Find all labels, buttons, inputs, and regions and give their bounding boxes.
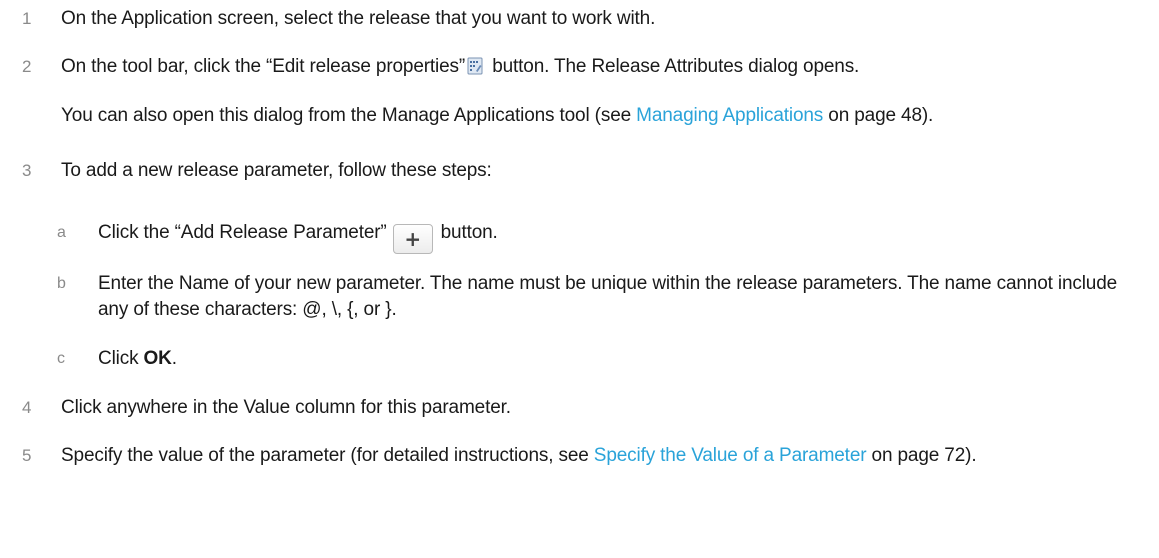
managing-applications-link[interactable]: Managing Applications [636,105,823,126]
plus-icon: + [404,227,421,251]
add-release-parameter-button[interactable]: + [392,224,433,254]
step-number: 5 [22,446,32,465]
specify-value-link[interactable]: Specify the Value of a Parameter [594,445,867,466]
substep-text: Click the “Add Release Parameter” + button… [98,220,1133,254]
substep-letter: c [57,350,65,367]
step-note: You can also open this dialog from the M… [61,105,934,126]
substep-text: Click OK. [98,348,177,369]
step-text: To add a new release parameter, follow t… [61,160,492,181]
step-text: Specify the value of the parameter (for … [61,445,977,466]
substep-text: Enter the Name of your new parameter. Th… [98,273,1118,320]
ok-label: OK [143,348,172,369]
step-number: 3 [22,161,32,180]
substep-letter: a [57,224,66,241]
step-text: Click anywhere in the Value column for t… [61,397,511,418]
step-text-after: button. The Release Attributes dialog op… [487,56,860,77]
substep-letter: b [57,275,66,292]
step-text-before: On the tool bar, click the “Edit release… [61,56,466,77]
edit-properties-icon [467,57,483,75]
step-text: On the Application screen, select the re… [61,8,656,29]
step-text: On the tool bar, click the “Edit release… [61,54,1133,80]
step-number: 1 [22,9,32,28]
step-number: 4 [22,398,32,417]
step-number: 2 [22,57,32,76]
